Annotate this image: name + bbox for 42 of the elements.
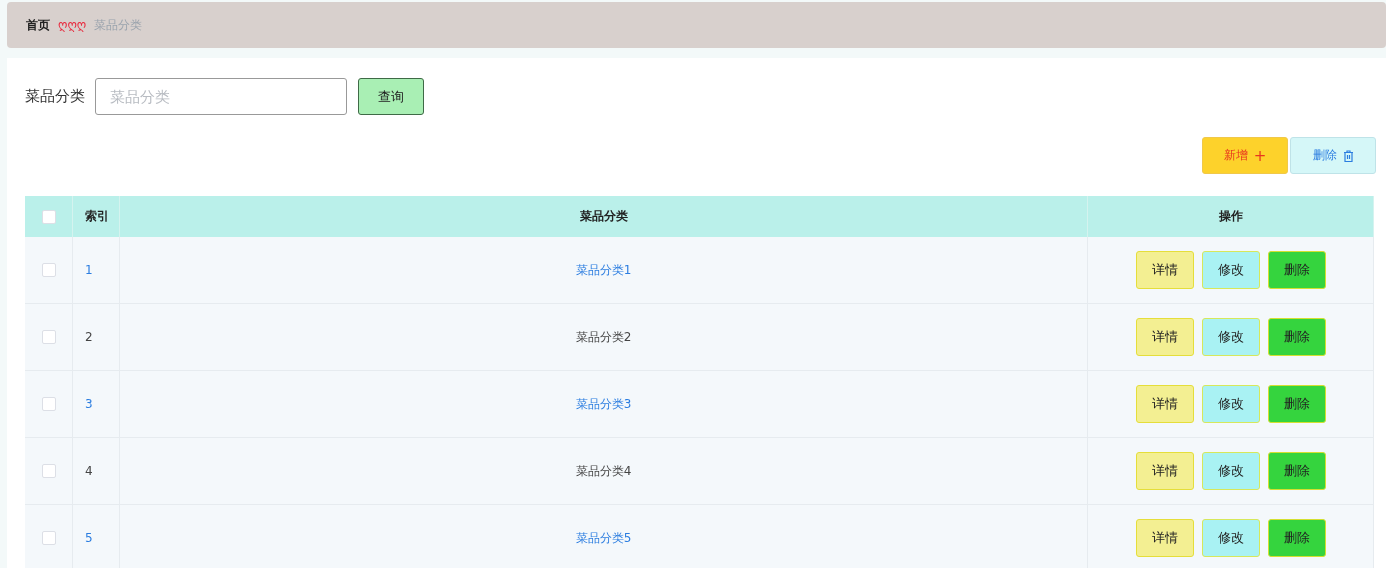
search-field[interactable]: 菜品分类 <box>95 78 347 115</box>
checkbox[interactable] <box>41 330 56 344</box>
category-name: 菜品分类1 <box>575 261 632 279</box>
query-button[interactable]: 查询 <box>358 78 424 115</box>
delete-button[interactable]: 删除 <box>1290 137 1376 174</box>
edit-button[interactable]: 修改 <box>1201 318 1260 356</box>
row-index: 2 <box>85 330 93 344</box>
detail-button[interactable]: 详情 <box>1135 385 1194 423</box>
delete-button[interactable]: 删除 <box>1267 519 1326 557</box>
edit-button[interactable]: 修改 <box>1201 519 1260 557</box>
category-name: 菜品分类5 <box>575 529 632 547</box>
breadcrumb-current: 菜品分类 <box>94 16 143 34</box>
breadcrumb-separator: ღღღ <box>58 18 87 32</box>
delete-button[interactable]: 删除 <box>1267 251 1326 289</box>
checkbox[interactable] <box>41 397 56 411</box>
column-header: 索引 <box>85 208 109 225</box>
row-index: 4 <box>85 464 93 478</box>
category-name: 菜品分类2 <box>575 328 632 346</box>
delete-button[interactable]: 删除 <box>1267 452 1326 490</box>
row-index: 5 <box>85 531 93 545</box>
edit-button[interactable]: 修改 <box>1201 385 1260 423</box>
detail-button[interactable]: 详情 <box>1135 251 1194 289</box>
checkbox[interactable] <box>41 263 56 277</box>
category-name: 菜品分类4 <box>575 462 632 480</box>
delete-button[interactable]: 删除 <box>1267 318 1326 356</box>
checkbox[interactable] <box>41 531 56 545</box>
checkbox[interactable] <box>41 209 56 224</box>
row-index: 1 <box>85 263 93 277</box>
column-header: 操作 <box>1218 208 1243 225</box>
detail-button[interactable]: 详情 <box>1135 452 1194 490</box>
column-header: 菜品分类 <box>579 208 628 225</box>
edit-button[interactable]: 修改 <box>1201 452 1260 490</box>
breadcrumb-home[interactable]: 首页 <box>26 16 50 34</box>
detail-button[interactable]: 详情 <box>1135 519 1194 557</box>
category-name: 菜品分类3 <box>575 395 632 413</box>
delete-button[interactable]: 删除 <box>1267 385 1326 423</box>
trash-icon <box>1342 149 1354 162</box>
detail-button[interactable]: 详情 <box>1135 318 1194 356</box>
edit-button[interactable]: 修改 <box>1201 251 1260 289</box>
checkbox[interactable] <box>41 464 56 478</box>
row-index: 3 <box>85 397 93 411</box>
search-label: 菜品分类 <box>25 87 85 106</box>
